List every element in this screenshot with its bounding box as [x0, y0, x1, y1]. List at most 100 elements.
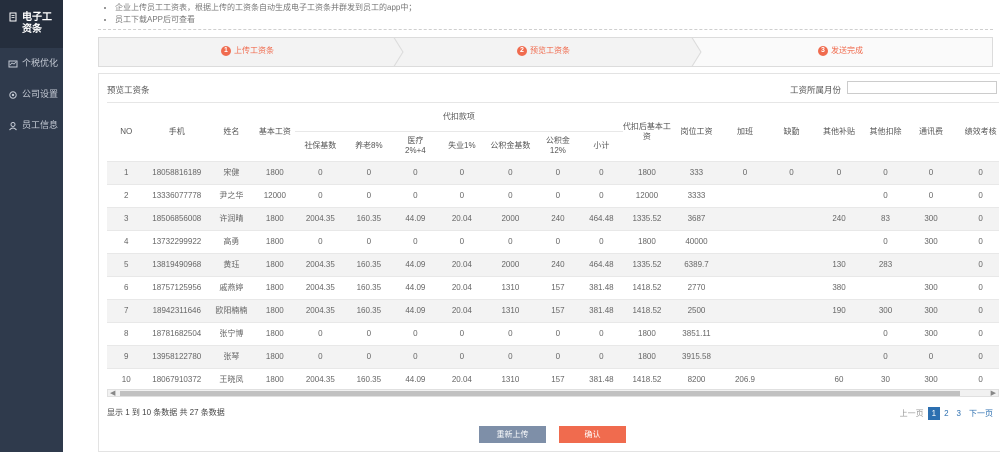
- table-cell: 0: [814, 160, 864, 184]
- table-cell: 黄珏: [208, 252, 255, 276]
- table-cell: 0: [863, 160, 908, 184]
- page-button-1[interactable]: 1: [927, 407, 941, 420]
- chart-icon: [8, 59, 18, 69]
- prev-page-button[interactable]: 上一页: [896, 406, 928, 421]
- col-header-absence: 缺勤: [783, 126, 800, 136]
- confirm-button[interactable]: 确认: [559, 426, 626, 443]
- month-input[interactable]: [847, 81, 997, 94]
- table-cell: 60: [814, 367, 864, 388]
- table-cell: 1800: [254, 160, 296, 184]
- table-row[interactable]: 4 13732299922 高勇 1800 0 0 0 0 0 0 0 1800 40000 0 300 0: [107, 229, 999, 253]
- table-cell: 1310: [485, 298, 536, 322]
- sidebar-item-tax[interactable]: 个税优化: [0, 48, 63, 79]
- col-header-comm: 通讯费: [919, 126, 943, 136]
- table-row[interactable]: 1 18058816189 宋健 1800 0 0 0 0 0 0 0 1800 333 0 0 0 0 0 0: [107, 160, 999, 184]
- col-header-sub: 医疗 2%+4: [392, 130, 439, 161]
- reupload-button[interactable]: 重新上传: [479, 426, 546, 443]
- payslip-table-container[interactable]: NO 手机 姓名 基本工资 代扣款项 代扣后基本工资 岗位工资 加班 缺勤 其他…: [107, 102, 999, 388]
- sidebar: 电子工资条 个税优化 公司设置 员工信息: [0, 0, 63, 452]
- table-row[interactable]: 7 18942311646 欧阳楠楠 1800 2004.35 160.35 44.09 20…: [107, 298, 999, 322]
- table-cell: 83: [863, 206, 908, 230]
- scroll-left-icon[interactable]: ◀: [110, 389, 115, 397]
- table-cell: [768, 298, 815, 322]
- table-cell: [768, 321, 815, 345]
- table-cell: 20.04: [438, 298, 486, 322]
- table-cell: 381.48: [580, 275, 623, 299]
- table-cell: 0: [345, 321, 393, 345]
- table-cell: 18942311646: [145, 298, 209, 322]
- table-cell: [768, 229, 815, 253]
- table-cell: 0: [485, 160, 536, 184]
- table-cell: 1800: [254, 275, 296, 299]
- table-cell: [814, 321, 864, 345]
- table-row[interactable]: 9 13958122780 张琴 1800 0 0 0 0 0 0 0 1800 3915.58 0 0 0: [107, 344, 999, 368]
- preview-panel: 预览工资条 工资所属月份 NO 手机 姓名 基本工资 代扣款项 代扣后基本工资 …: [98, 73, 1000, 452]
- step-number: 3: [818, 45, 828, 56]
- table-cell: 3915.58: [671, 344, 722, 368]
- table-row[interactable]: 2 13336077778 尹之华 12000 0 0 0 0 0 0 0 12000 3333 0 0 0: [107, 183, 999, 207]
- table-cell: 1800: [254, 367, 296, 388]
- table-row[interactable]: 10 18067910372 王晓凤 1800 2004.35 160.35 44.09 20…: [107, 367, 999, 388]
- table-cell: 0: [345, 344, 393, 368]
- table-cell: 0: [295, 183, 346, 207]
- table-cell: 18757125956: [145, 275, 209, 299]
- sidebar-item-company[interactable]: 公司设置: [0, 79, 63, 110]
- table-cell: 464.48: [580, 206, 623, 230]
- table-cell: 1800: [254, 321, 296, 345]
- table-cell: 0: [295, 160, 346, 184]
- table-cell: 0: [863, 183, 908, 207]
- table-cell: [721, 275, 769, 299]
- table-cell: 44.09: [392, 367, 439, 388]
- table-cell: 44.09: [392, 206, 439, 230]
- sidebar-item-payslip[interactable]: 电子工资条: [0, 0, 63, 48]
- table-cell: 4: [107, 229, 146, 253]
- table-cell: 1800: [254, 298, 296, 322]
- table-cell: 13732299922: [145, 229, 209, 253]
- table-cell: 0: [863, 344, 908, 368]
- table-cell: 1800: [254, 229, 296, 253]
- table-cell: [768, 367, 815, 388]
- table-cell: 高勇: [208, 229, 255, 253]
- table-cell: 0: [954, 206, 999, 230]
- table-cell: 2500: [671, 298, 722, 322]
- table-cell: 6389.7: [671, 252, 722, 276]
- table-cell: 40000: [671, 229, 722, 253]
- tips-list: 企业上传员工工资表，根据上传的工资条自动生成电子工资条并群发到员工的app中； …: [98, 0, 993, 30]
- table-cell: 0: [392, 160, 439, 184]
- table-cell: 0: [485, 344, 536, 368]
- table-cell: 0: [954, 252, 999, 276]
- table-cell: 0: [954, 298, 999, 322]
- page-button-3[interactable]: 3: [953, 407, 965, 420]
- step-label: 发送完成: [831, 46, 863, 55]
- sidebar-item-label: 电子工资条: [22, 12, 52, 35]
- scroll-right-icon[interactable]: ▶: [991, 389, 996, 397]
- table-cell: 8200: [671, 367, 722, 388]
- next-page-button[interactable]: 下一页: [965, 406, 997, 421]
- table-cell: 381.48: [580, 367, 623, 388]
- table-row[interactable]: 5 13819490968 黄珏 1800 2004.35 160.35 44.09 20.0…: [107, 252, 999, 276]
- table-row[interactable]: 8 18781682504 张宁博 1800 0 0 0 0 0 0 0 1800 3851.11 0 30…: [107, 321, 999, 345]
- table-cell: 王晓凤: [208, 367, 255, 388]
- table-row[interactable]: 3 18506856008 许润晴 1800 2004.35 160.35 44.09 20.…: [107, 206, 999, 230]
- table-cell: 1335.52: [622, 252, 672, 276]
- table-cell: 2000: [485, 206, 536, 230]
- user-icon: [8, 121, 18, 131]
- table-cell: 13819490968: [145, 252, 209, 276]
- table-cell: 0: [295, 344, 346, 368]
- col-group-deductions: 代扣款项: [295, 103, 623, 132]
- table-cell: [721, 344, 769, 368]
- page-button-2[interactable]: 2: [940, 407, 952, 420]
- table-cell: 160.35: [345, 367, 393, 388]
- table-cell: 0: [392, 183, 439, 207]
- table-cell: 160.35: [345, 298, 393, 322]
- scrollbar-thumb[interactable]: [120, 391, 960, 396]
- table-cell: 30: [863, 367, 908, 388]
- horizontal-scrollbar[interactable]: ◀ ▶: [107, 389, 999, 397]
- table-cell: 0: [580, 321, 623, 345]
- table-cell: 0: [954, 160, 999, 184]
- table-cell: 160.35: [345, 275, 393, 299]
- sidebar-item-staff[interactable]: 员工信息: [0, 110, 63, 141]
- table-cell: 300: [863, 298, 908, 322]
- table-row[interactable]: 6 18757125956 戚燕婷 1800 2004.35 160.35 44.09 20.…: [107, 275, 999, 299]
- table-cell: 0: [954, 321, 999, 345]
